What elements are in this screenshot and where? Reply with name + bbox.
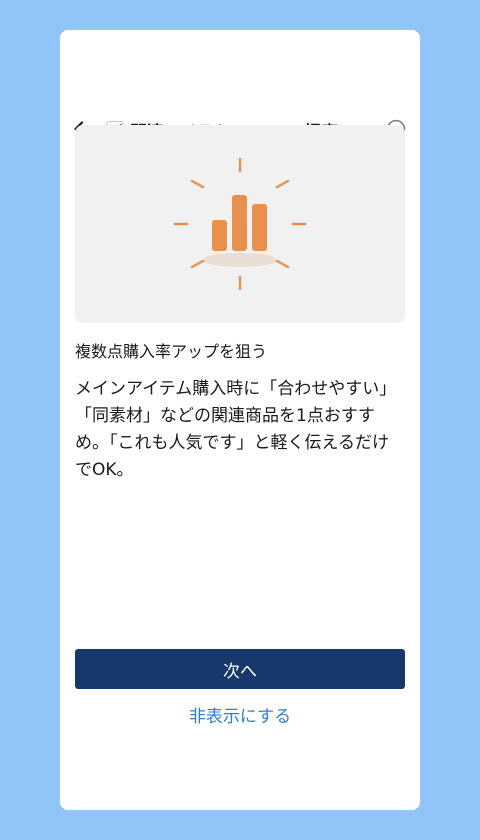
bar-chart-sparkle-icon [173, 157, 307, 291]
hide-link[interactable]: 非表示にする [75, 704, 405, 730]
description: メインアイテム購入時に「合わせやすい」「同素材」などの関連商品を1点おすすめ。「… [75, 379, 397, 480]
illustration-panel [75, 125, 405, 323]
next-button[interactable]: 次へ [75, 649, 405, 689]
subtitle: 複数点購入率アップを狙う [75, 342, 268, 361]
onboarding-card: 関連アイテムの"ついで提案" [60, 30, 420, 810]
